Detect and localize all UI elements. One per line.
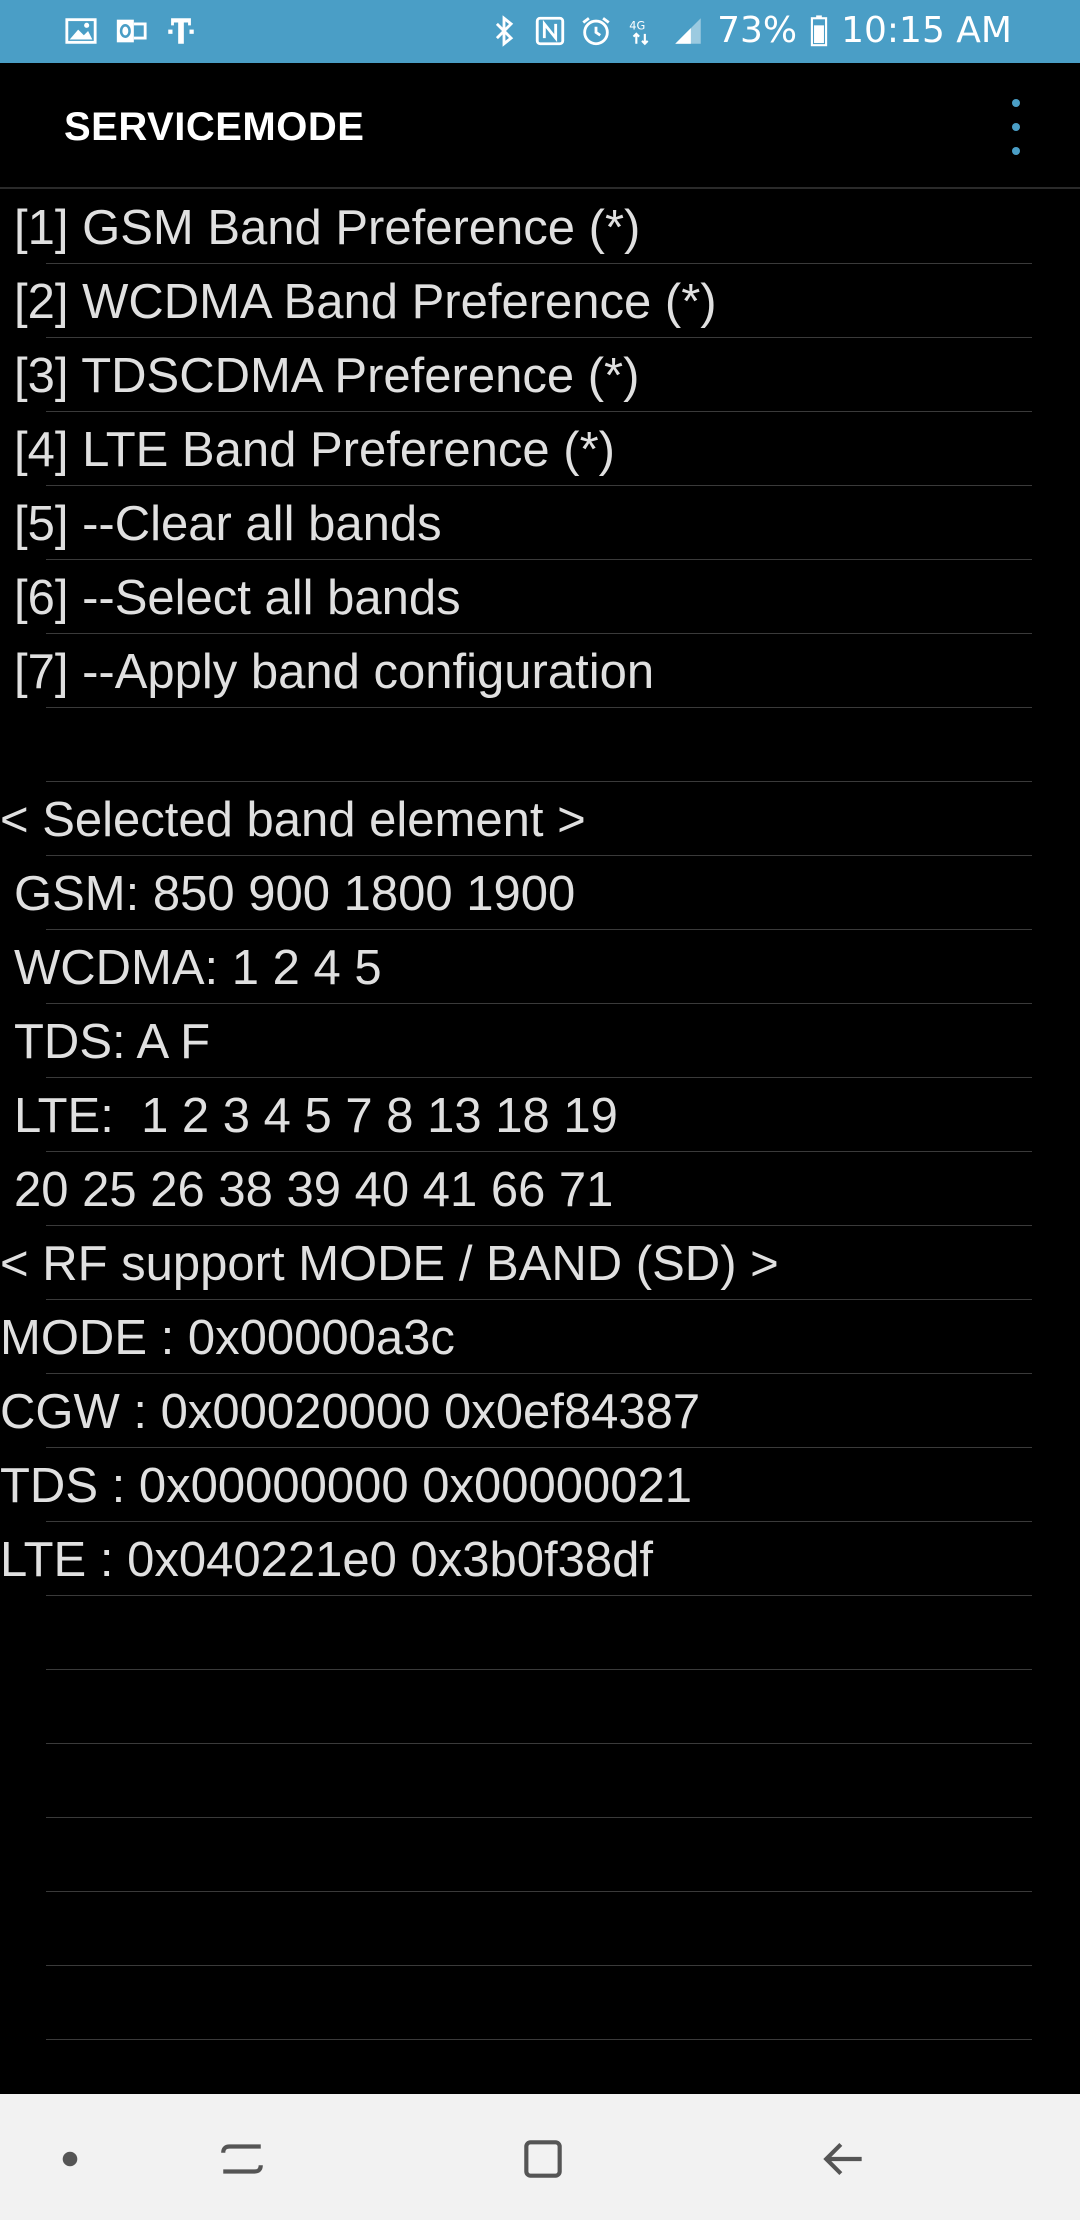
selected-band-header: < Selected band element > bbox=[0, 782, 1032, 856]
blank-row bbox=[46, 1670, 1032, 1744]
rf-cgw: CGW : 0x00020000 0x0ef84387 bbox=[0, 1374, 1032, 1448]
blank-row bbox=[46, 1892, 1032, 1966]
nfc-icon bbox=[533, 14, 567, 48]
dot-icon[interactable] bbox=[40, 2134, 100, 2184]
data-icon: 4G bbox=[625, 14, 659, 48]
blank-row bbox=[46, 1966, 1032, 2040]
home-icon[interactable] bbox=[513, 2134, 573, 2184]
rf-lte: LTE : 0x040221e0 0x3b0f38df bbox=[0, 1522, 1032, 1596]
tmobile-icon bbox=[164, 14, 198, 48]
battery-percent: 73% bbox=[717, 10, 798, 51]
clock: 10:15 AM bbox=[841, 10, 1012, 51]
app-bar: SERVICEMODE bbox=[0, 63, 1080, 189]
menu-item-lte-band[interactable]: [4] LTE Band Preference (*) bbox=[14, 412, 1032, 486]
rf-support-header: < RF support MODE / BAND (SD) > bbox=[0, 1226, 1032, 1300]
blank-row bbox=[46, 1818, 1032, 1892]
service-mode-list: [1] GSM Band Preference (*) [2] WCDMA Ba… bbox=[0, 190, 1080, 2114]
blank-row bbox=[46, 1744, 1032, 1818]
bluetooth-icon bbox=[487, 14, 521, 48]
recents-icon[interactable] bbox=[212, 2134, 272, 2184]
menu-item-gsm-band[interactable]: [1] GSM Band Preference (*) bbox=[14, 190, 1032, 264]
app-title: SERVICEMODE bbox=[64, 105, 365, 149]
menu-item-clear-bands[interactable]: [5] --Clear all bands bbox=[14, 486, 1032, 560]
blank-row bbox=[46, 708, 1032, 782]
back-icon[interactable] bbox=[815, 2134, 875, 2184]
wcdma-bands: WCDMA: 1 2 4 5 bbox=[14, 930, 1032, 1004]
navigation-bar bbox=[0, 2094, 1080, 2220]
menu-item-tdscdma[interactable]: [3] TDSCDMA Preference (*) bbox=[14, 338, 1032, 412]
rf-mode: MODE : 0x00000a3c bbox=[0, 1300, 1032, 1374]
signal-icon bbox=[671, 14, 705, 48]
outlook-icon bbox=[114, 14, 148, 48]
menu-item-wcdma-band[interactable]: [2] WCDMA Band Preference (*) bbox=[14, 264, 1032, 338]
menu-item-apply-config[interactable]: [7] --Apply band configuration bbox=[14, 634, 1032, 708]
blank-row bbox=[46, 1596, 1032, 1670]
status-bar: 4G 73% 10:15 AM bbox=[0, 0, 1080, 63]
rf-tds: TDS : 0x00000000 0x00000021 bbox=[0, 1448, 1032, 1522]
svg-text:4G: 4G bbox=[629, 18, 645, 32]
tds-bands: TDS: A F bbox=[14, 1004, 1032, 1078]
gsm-bands: GSM: 850 900 1800 1900 bbox=[14, 856, 1032, 930]
alarm-icon bbox=[579, 14, 613, 48]
gallery-icon bbox=[64, 14, 98, 48]
lte-bands: LTE: 1 2 3 4 5 7 8 13 18 19 bbox=[14, 1078, 1032, 1152]
lte-bands-continued: 20 25 26 38 39 40 41 66 71 bbox=[14, 1152, 1032, 1226]
battery-icon bbox=[809, 14, 829, 48]
menu-item-select-bands[interactable]: [6] --Select all bands bbox=[14, 560, 1032, 634]
notification-icons bbox=[64, 14, 198, 48]
more-vert-icon[interactable] bbox=[996, 99, 1036, 155]
system-status: 4G 73% 10:15 AM bbox=[487, 10, 1012, 51]
